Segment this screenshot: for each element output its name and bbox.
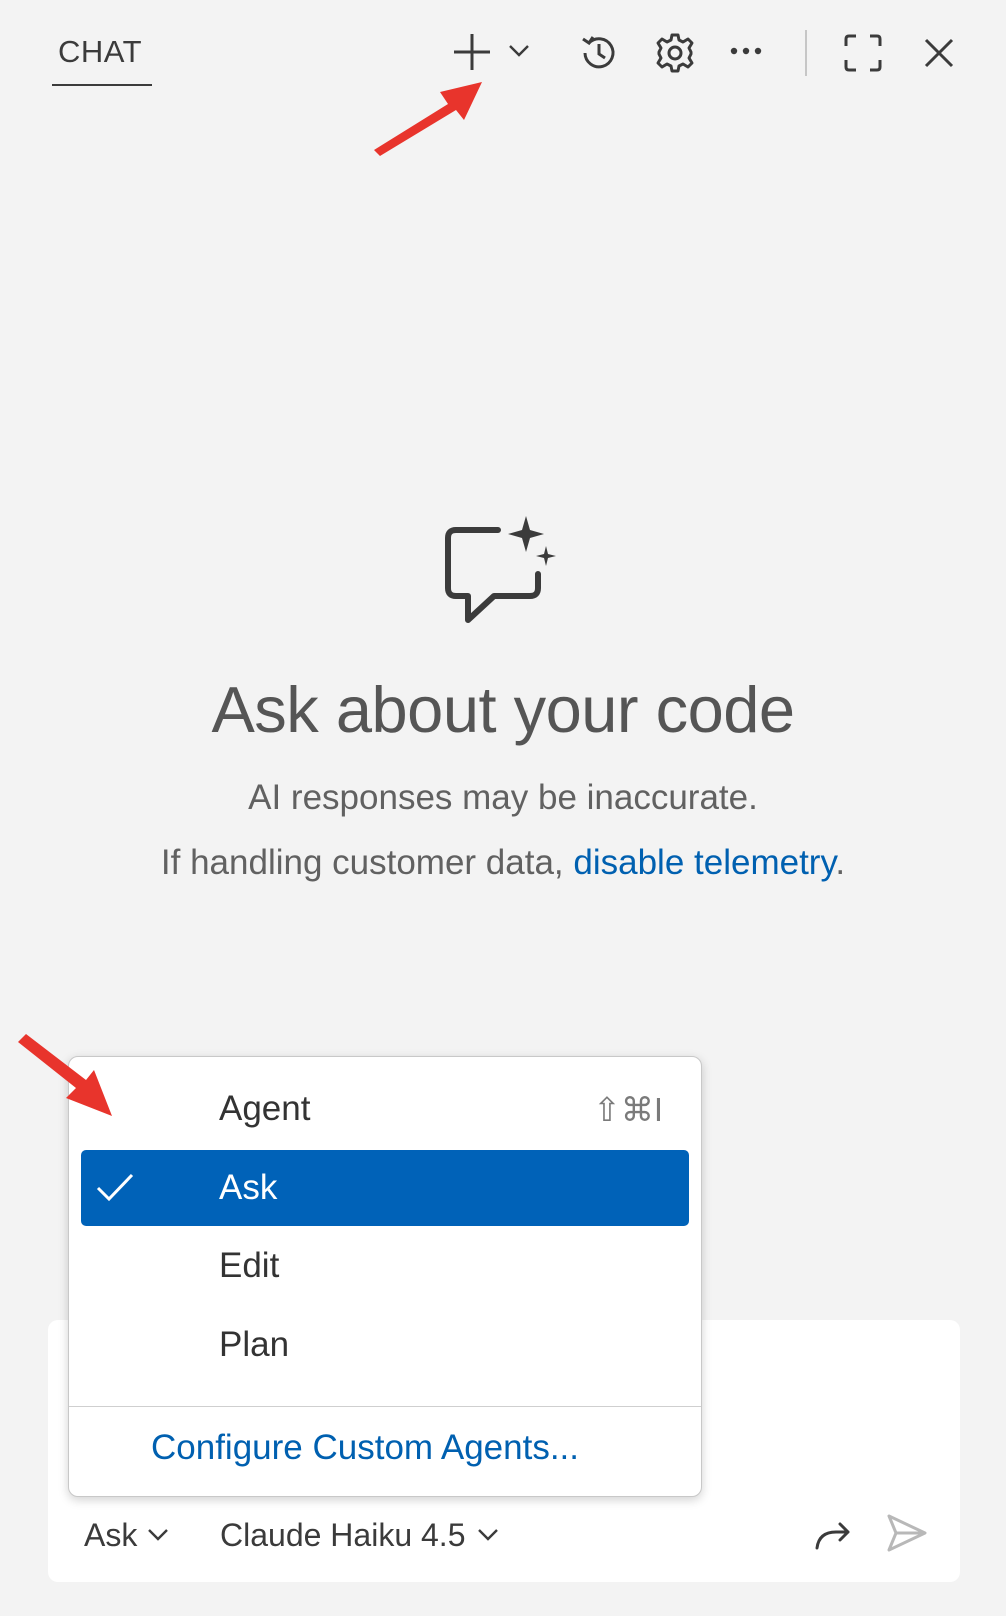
tab-chat[interactable]: CHAT	[52, 30, 152, 86]
model-picker-label: Claude Haiku 4.5	[220, 1516, 466, 1553]
mode-menu: Agent ⇧⌘I Ask Edit Plan Configure Custom…	[68, 1056, 702, 1497]
add-icon	[454, 34, 490, 70]
chevron-down-icon	[509, 45, 529, 57]
chevron-down-icon	[148, 1529, 169, 1541]
telemetry-notice-suffix: .	[835, 843, 846, 882]
close-icon	[924, 38, 954, 68]
delegate-button[interactable]	[810, 1512, 856, 1558]
toolbar-divider	[805, 30, 807, 76]
tab-active-indicator	[52, 84, 152, 86]
disclaimer-text: AI responses may be inaccurate.	[248, 778, 758, 817]
menu-divider	[69, 1406, 701, 1407]
maximize-button[interactable]	[840, 30, 886, 76]
menu-item-label: Edit	[219, 1246, 280, 1285]
menu-item-label: Plan	[219, 1325, 290, 1364]
menu-item-edit[interactable]: Edit	[81, 1228, 689, 1304]
gear-icon	[656, 33, 694, 73]
welcome-title: Ask about your code	[211, 673, 795, 746]
more-icon	[730, 47, 762, 55]
menu-item-agent[interactable]: Agent ⇧⌘I	[81, 1071, 689, 1147]
annotation-arrow-menu	[18, 1034, 112, 1116]
mode-picker-label: Ask	[84, 1516, 138, 1553]
model-picker-button[interactable]: Claude Haiku 4.5	[220, 1514, 499, 1556]
menu-item-label: Agent	[219, 1089, 311, 1128]
disable-telemetry-link[interactable]: disable telemetry	[573, 843, 835, 882]
mode-picker-button[interactable]: Ask	[84, 1514, 169, 1556]
send-button[interactable]	[882, 1508, 932, 1558]
history-button[interactable]	[576, 30, 622, 76]
new-chat-dropdown-button[interactable]	[504, 36, 534, 66]
chat-sparkle-icon	[438, 512, 562, 630]
configure-custom-agents-link[interactable]: Configure Custom Agents...	[151, 1428, 579, 1468]
chevron-down-icon	[478, 1529, 499, 1541]
new-chat-button[interactable]	[448, 28, 496, 76]
settings-button[interactable]	[652, 30, 698, 76]
history-icon	[582, 36, 615, 69]
forward-arrow-icon	[815, 1522, 850, 1550]
telemetry-notice: If handling customer data, disable telem…	[0, 843, 1006, 883]
telemetry-notice-prefix: If handling customer data,	[160, 843, 574, 882]
maximize-icon	[844, 34, 882, 72]
menu-item-ask[interactable]: Ask	[81, 1150, 689, 1226]
menu-item-label: Ask	[219, 1168, 278, 1207]
more-actions-button[interactable]	[726, 36, 766, 66]
tab-chat-label: CHAT	[58, 34, 143, 69]
checkmark-icon	[96, 1173, 134, 1202]
send-icon	[887, 1514, 927, 1552]
close-button[interactable]	[916, 30, 962, 76]
annotation-arrow-top	[374, 82, 482, 156]
menu-item-plan[interactable]: Plan	[81, 1307, 689, 1383]
keyboard-shortcut: ⇧⌘I	[593, 1090, 663, 1128]
